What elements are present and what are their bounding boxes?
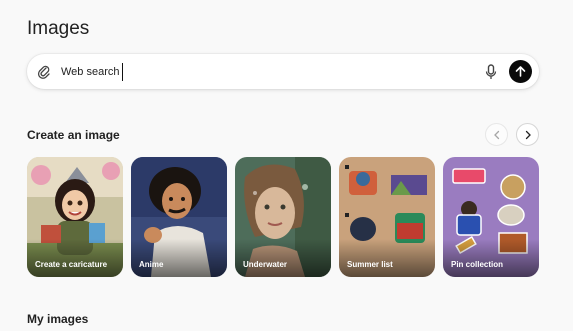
- arrow-up-icon: [515, 66, 526, 77]
- carousel-next-button[interactable]: [516, 123, 539, 146]
- image-card-pin-collection[interactable]: Pin collection: [443, 157, 539, 277]
- image-card-anime[interactable]: Anime: [131, 157, 227, 277]
- section-title-my-images: My images: [27, 312, 89, 326]
- submit-button[interactable]: [509, 60, 532, 83]
- section-title-create: Create an image: [27, 128, 120, 142]
- paperclip-icon[interactable]: [37, 64, 51, 80]
- card-label: Underwater: [243, 260, 288, 269]
- image-card-summer-list[interactable]: Summer list: [339, 157, 435, 277]
- carousel-prev-button[interactable]: [485, 123, 508, 146]
- microphone-icon[interactable]: [484, 64, 498, 80]
- chevron-right-icon: [525, 130, 531, 140]
- card-label: Create a caricature: [35, 260, 108, 269]
- search-bar[interactable]: Web search: [27, 54, 539, 89]
- card-label: Pin collection: [451, 260, 504, 269]
- search-input[interactable]: Web search: [61, 63, 123, 81]
- image-card-underwater[interactable]: Underwater: [235, 157, 331, 277]
- card-label: Summer list: [347, 260, 393, 269]
- page-title: Images: [27, 18, 90, 39]
- chevron-left-icon: [494, 130, 500, 140]
- image-card-caricature[interactable]: Create a caricature: [27, 157, 123, 277]
- card-label: Anime: [139, 260, 164, 269]
